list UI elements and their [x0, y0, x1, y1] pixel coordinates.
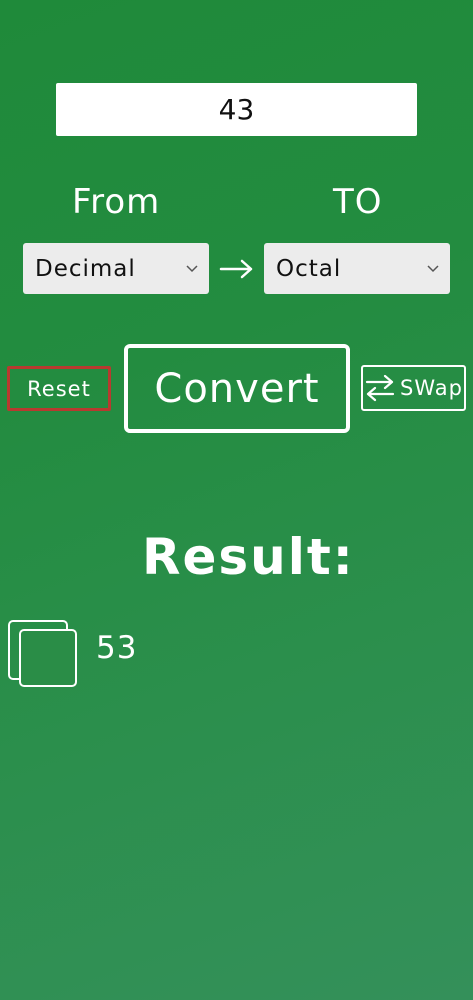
from-base-value: Decimal	[35, 255, 136, 282]
to-base-select[interactable]: Octal	[264, 243, 450, 294]
arrow-right-icon	[218, 254, 256, 284]
chevron-down-icon	[185, 262, 199, 276]
copy-icon[interactable]	[6, 618, 80, 690]
to-label: TO	[333, 182, 383, 222]
number-input[interactable]	[56, 83, 417, 136]
swap-label: SWap	[400, 376, 463, 400]
from-label: From	[72, 182, 161, 222]
chevron-down-icon	[426, 262, 440, 276]
swap-button[interactable]: SWap	[361, 365, 466, 411]
result-value: 53	[96, 630, 138, 666]
reset-button[interactable]: Reset	[7, 366, 111, 411]
convert-button[interactable]: Convert	[124, 344, 350, 433]
result-heading: Result:	[142, 528, 355, 586]
from-base-select[interactable]: Decimal	[23, 243, 209, 294]
to-base-value: Octal	[276, 255, 342, 282]
swap-arrows-icon	[364, 372, 396, 404]
